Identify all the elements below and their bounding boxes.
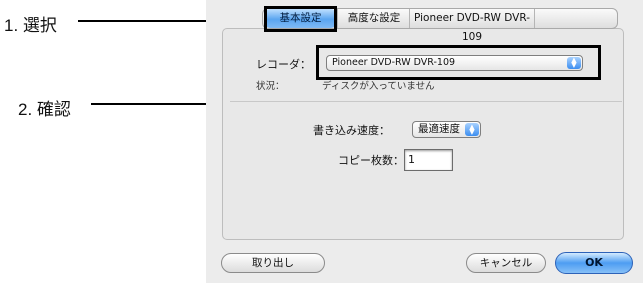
eject-button[interactable]: 取り出し [221, 253, 325, 273]
write-speed-popup[interactable]: 最適速度 ▲ ▼ [412, 121, 481, 138]
status-value: ディスクが入っていません [322, 81, 435, 92]
tab-device[interactable]: Pioneer DVD-RW DVR-109 [409, 9, 535, 43]
write-speed-label: 書き込み速度： [313, 124, 390, 137]
annotation-select-box [264, 6, 337, 32]
annotation-confirm-box [316, 45, 601, 80]
separator [230, 101, 622, 102]
tab-advanced-settings[interactable]: 高度な設定 [337, 9, 410, 28]
ok-button[interactable]: OK [555, 252, 633, 274]
cancel-button[interactable]: キャンセル [466, 253, 546, 273]
annotation-select-label: 1. 選択 [4, 16, 57, 35]
copies-label: コピー枚数： [338, 154, 404, 167]
status-label: 状況： [256, 81, 285, 92]
popup-arrows-icon: ▲ ▼ [465, 123, 479, 136]
recorder-label: レコーダ： [256, 58, 311, 71]
write-speed-value: 最適速度 [418, 123, 460, 135]
copies-field[interactable]: 1 [404, 149, 453, 171]
annotation-confirm-label: 2. 確認 [18, 100, 71, 119]
